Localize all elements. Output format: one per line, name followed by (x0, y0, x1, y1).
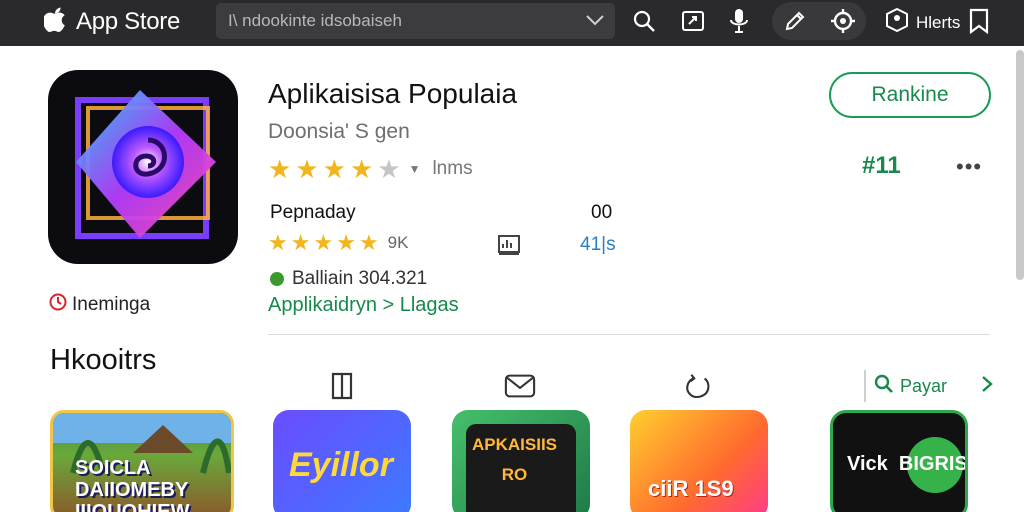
rating-count: 9K (387, 233, 409, 252)
star-icon: ★ (377, 154, 401, 184)
screen-icon[interactable] (680, 8, 706, 34)
microphone-icon[interactable] (726, 8, 752, 34)
size-value: 41|s (580, 234, 616, 255)
notice: Ineminga (48, 292, 150, 317)
chevron-right-icon (981, 375, 993, 398)
brand[interactable]: App Store (42, 6, 181, 38)
user-label: Hlerts (916, 12, 961, 32)
mail-icon[interactable] (504, 370, 536, 402)
app-tile[interactable]: APKAISIIS RO (452, 410, 590, 512)
app-tile[interactable]: SOICLA DAIIOMEBY IIIOUOHIEW (50, 410, 234, 512)
star-icon: ★ (349, 154, 374, 184)
tile-title: SOICLA DAIIOMEBY IIIOUOHIEW (75, 457, 190, 512)
search-input-text: I\ ndookinte idsobaiseh (228, 11, 402, 30)
app-tile[interactable]: ciiR 1S9 (630, 410, 768, 512)
rating-row: ★ ★ ★ ★ ★ ▼ lnms (268, 156, 473, 182)
see-all-label: Payar (900, 375, 948, 396)
rank-label: #11 (862, 152, 901, 179)
tile-title: Vick BIGRIS (847, 453, 968, 475)
search-icon (874, 374, 894, 399)
chart-icon (497, 234, 521, 261)
caret-down-icon: ▼ (408, 162, 421, 176)
see-all-link[interactable]: Payar (864, 370, 993, 402)
pen-icon[interactable] (782, 8, 808, 34)
stats-label: Pepnaday (270, 202, 356, 223)
scrollbar[interactable] (1016, 50, 1024, 280)
star-icon: ★ (268, 230, 288, 255)
star-icon: ★ (336, 230, 356, 255)
developer-name[interactable]: Doonsia' S gen (268, 120, 410, 144)
app-tile[interactable]: Vick BIGRIS (830, 410, 968, 512)
stats-value: 00 (591, 202, 613, 223)
notice-text: Ineminga (72, 293, 151, 315)
settings-icon[interactable] (830, 8, 856, 34)
star-icon: ★ (290, 230, 311, 255)
refresh-icon[interactable] (682, 370, 714, 402)
install-button[interactable]: Rankine (829, 72, 991, 118)
tile-title: ciiR 1S9 (648, 476, 734, 501)
more-options-button[interactable]: ••• (956, 154, 982, 180)
tile-title: Eyillor (289, 446, 393, 484)
section-title: Hkooitrs (50, 344, 157, 376)
star-icon: ★ (295, 154, 319, 184)
brand-label: App Store (76, 8, 181, 35)
tile-title: APKAISIIS RO (472, 435, 558, 484)
book-icon[interactable] (326, 370, 358, 402)
apple-logo-icon (42, 7, 68, 38)
star-icon: ★ (358, 230, 379, 255)
category-link[interactable]: Applikaidryn > Llagas (268, 294, 459, 317)
status-row: Balliain 304.321 (270, 268, 427, 290)
app-tile[interactable]: Eyillor (273, 410, 411, 512)
top-bar: App Store I\ ndookinte idsobaiseh Hlerts (0, 0, 1024, 46)
search-input[interactable]: I\ ndookinte idsobaiseh (216, 3, 615, 39)
user-icon (886, 7, 908, 37)
chevron-down-icon[interactable] (585, 12, 605, 33)
status-dot (270, 272, 284, 286)
star-icon: ★ (268, 154, 292, 184)
star-icon: ★ (313, 230, 334, 255)
user-menu[interactable]: Hlerts (886, 7, 961, 37)
rating-text: lnms (432, 158, 473, 179)
star-icon: ★ (322, 154, 346, 184)
bookmark-icon[interactable] (966, 8, 992, 34)
search-icon[interactable] (631, 8, 657, 34)
clock-icon (48, 292, 68, 317)
stats-rating: ★ ★ ★ ★ ★ 9K (268, 232, 408, 254)
app-title: Aplikaisisa Populaia (268, 78, 518, 109)
status-text: Balliain 304.321 (292, 268, 428, 289)
app-icon[interactable] (48, 70, 238, 264)
divider (268, 334, 990, 335)
